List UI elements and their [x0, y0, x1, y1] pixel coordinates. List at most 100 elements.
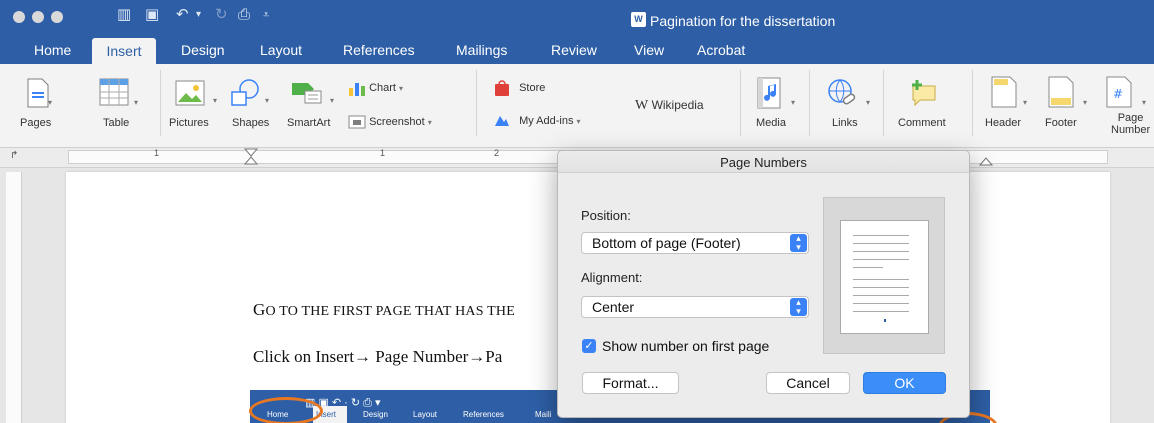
pictures-icon	[175, 80, 205, 106]
header-button[interactable]	[986, 76, 1022, 112]
smartart-dropdown-icon[interactable]: ▾	[330, 96, 334, 105]
embedded-tab-references: References	[463, 410, 504, 419]
chart-dropdown-icon[interactable]: ▾	[399, 84, 403, 93]
comment-label: Comment	[898, 117, 946, 129]
page-number-button[interactable]: #	[1101, 76, 1137, 112]
chart-button[interactable]: Chart ▾	[348, 80, 403, 96]
tab-home[interactable]: Home	[34, 42, 71, 58]
customize-toolbar-icon[interactable]: ⩡	[263, 8, 269, 22]
table-dropdown-icon[interactable]: ▾	[134, 98, 138, 107]
ok-button[interactable]: OK	[863, 372, 946, 394]
store-button[interactable]: Store	[494, 80, 545, 96]
cancel-button[interactable]: Cancel	[766, 372, 850, 394]
zoom-window-button[interactable]	[51, 11, 63, 23]
media-icon	[757, 77, 781, 109]
alignment-select[interactable]: Center ▴ ▾	[581, 296, 809, 318]
page-number-dropdown-icon[interactable]: ▾	[1142, 98, 1146, 107]
undo-dropdown-icon[interactable]: ▾	[196, 9, 201, 20]
table-button[interactable]	[94, 78, 134, 110]
window-title: Pagination for the dissertation	[650, 13, 836, 29]
format-button[interactable]: Format...	[582, 372, 679, 394]
preview-line	[853, 235, 909, 236]
save-icon[interactable]: ▣	[145, 5, 159, 23]
header-label: Header	[985, 117, 1022, 129]
tab-design[interactable]: Design	[181, 42, 225, 58]
word-document-icon: W	[631, 12, 646, 27]
position-label: Position:	[581, 208, 631, 223]
position-select[interactable]: Bottom of page (Footer) ▴ ▾	[581, 232, 809, 254]
tab-references[interactable]: References	[343, 42, 415, 58]
preview-line	[853, 303, 909, 304]
comment-button[interactable]	[905, 78, 941, 112]
divider	[883, 70, 884, 136]
links-dropdown-icon[interactable]: ▾	[866, 98, 870, 107]
wikipedia-label: Wikipedia	[651, 98, 704, 112]
document-text-instruction: Click on Insert→ Page Number→Pa	[253, 347, 503, 366]
sidebar-toggle-icon[interactable]: ▥	[117, 5, 131, 23]
show-number-first-page-label[interactable]: Show number on first page	[602, 338, 769, 354]
highlight-circle	[249, 397, 323, 423]
select-chevron-icon: ▴ ▾	[790, 298, 807, 316]
preview-page-number	[884, 319, 886, 322]
alignment-select-value: Center	[592, 299, 635, 315]
title-bar	[0, 0, 1154, 38]
redo-icon[interactable]: ↻	[215, 5, 228, 23]
close-window-button[interactable]	[13, 11, 25, 23]
page-number-label-line2: Number	[1111, 124, 1151, 136]
tab-review[interactable]: Review	[551, 42, 597, 58]
ruler-number: 2	[494, 148, 500, 158]
page-number-icon: #	[1106, 76, 1132, 108]
shapes-icon	[231, 79, 259, 106]
vertical-ruler[interactable]	[6, 172, 22, 423]
tab-stop-icon[interactable]: ↱	[10, 150, 18, 161]
undo-icon[interactable]: ↶	[176, 5, 189, 23]
chart-icon	[349, 83, 365, 96]
tab-view[interactable]: View	[634, 42, 664, 58]
page-preview	[823, 197, 945, 354]
tab-mailings[interactable]: Mailings	[456, 42, 507, 58]
addins-icon	[495, 116, 509, 126]
preview-line	[853, 279, 909, 280]
document-text-heading: GO TO THE FIRST PAGE THAT HAS THE	[253, 300, 515, 320]
show-number-first-page-checkbox[interactable]: ✓	[582, 339, 596, 353]
embedded-tab-layout: Layout	[413, 410, 438, 419]
pictures-dropdown-icon[interactable]: ▾	[213, 96, 217, 105]
pictures-button[interactable]	[173, 80, 207, 110]
wikipedia-icon: W	[635, 98, 649, 113]
pages-dropdown-icon[interactable]: ▾	[48, 98, 52, 107]
my-addins-dropdown-icon[interactable]: ▾	[577, 117, 581, 126]
media-dropdown-icon[interactable]: ▾	[791, 98, 795, 107]
footer-label: Footer	[1045, 117, 1077, 129]
screenshot-button[interactable]: Screenshot ▾	[348, 114, 432, 130]
preview-line	[853, 287, 909, 288]
indent-marker-icon[interactable]	[244, 148, 258, 168]
comment-icon	[912, 80, 936, 107]
tab-insert[interactable]: Insert	[92, 38, 156, 64]
preview-line	[853, 267, 883, 268]
divider	[160, 70, 161, 136]
media-button[interactable]	[752, 76, 788, 114]
smartart-button[interactable]	[290, 80, 324, 108]
print-icon[interactable]: ⎙	[238, 5, 250, 23]
shapes-dropdown-icon[interactable]: ▾	[265, 96, 269, 105]
page-number-label: Page Number	[1111, 112, 1150, 136]
word-window: ▥ ▣ ↶ ▾ ↻ ⎙ ⩡ W Pagination for the disse…	[0, 0, 1154, 423]
minimize-window-button[interactable]	[32, 11, 44, 23]
my-addins-button[interactable]: My Add-ins ▾	[494, 114, 581, 128]
wikipedia-button[interactable]: W Wikipedia	[635, 98, 704, 114]
header-dropdown-icon[interactable]: ▾	[1023, 98, 1027, 107]
tab-layout[interactable]: Layout	[260, 42, 302, 58]
right-indent-marker-icon[interactable]	[979, 152, 993, 166]
footer-button[interactable]	[1043, 76, 1079, 112]
links-button[interactable]	[824, 78, 860, 112]
dialog-title: Page Numbers	[720, 155, 807, 170]
tab-acrobat[interactable]: Acrobat	[697, 42, 745, 58]
table-label: Table	[103, 117, 130, 129]
ruler-number: 1	[154, 148, 160, 158]
shapes-button[interactable]	[228, 78, 262, 112]
preview-line	[853, 295, 909, 296]
footer-dropdown-icon[interactable]: ▾	[1083, 98, 1087, 107]
screenshot-dropdown-icon[interactable]: ▾	[428, 118, 432, 127]
header-icon	[991, 76, 1017, 108]
smartart-icon	[292, 83, 322, 104]
